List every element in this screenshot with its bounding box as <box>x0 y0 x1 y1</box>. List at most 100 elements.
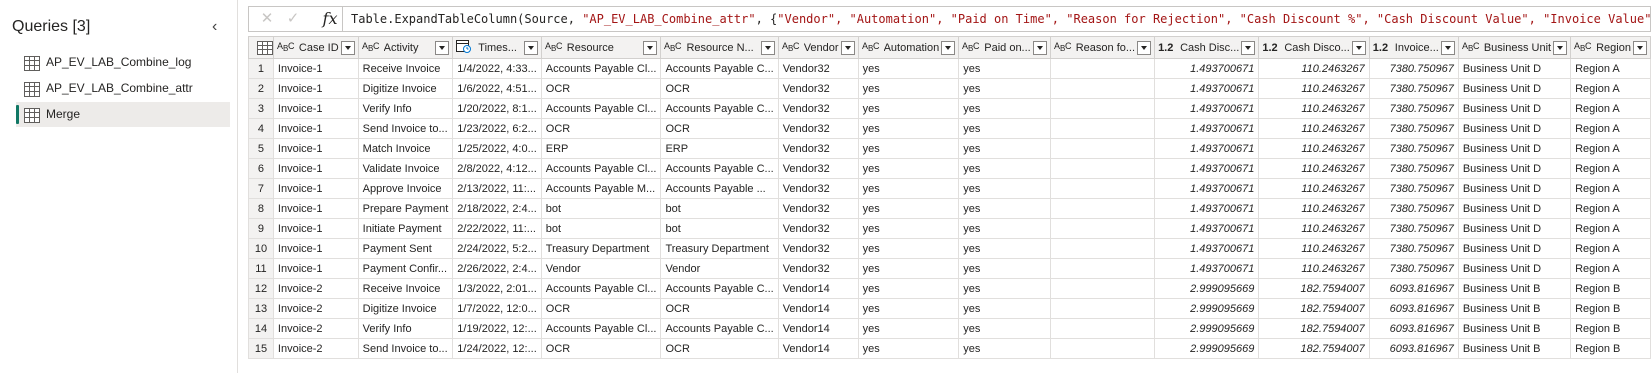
column-header[interactable]: A B C Business Unit <box>1457 36 1572 59</box>
table-cell[interactable]: Accounts Payable C... <box>660 98 779 119</box>
text-type-icon[interactable]: ABC <box>782 40 804 55</box>
table-cell[interactable]: OCR <box>540 118 662 139</box>
table-cell[interactable]: yes <box>958 318 1051 339</box>
table-cell[interactable]: yes <box>857 118 960 139</box>
column-header[interactable]: 1.2 Cash Disc... <box>1154 36 1260 59</box>
table-cell[interactable]: 110.2463267 <box>1258 138 1370 159</box>
table-cell[interactable]: Vendor32 <box>777 258 859 279</box>
table-cell[interactable]: ERP <box>660 138 779 159</box>
table-cell[interactable]: 1/19/2022, 12:... <box>452 318 542 339</box>
formula-input[interactable]: Table.ExpandTableColumn(Source, "AP_EV_L… <box>351 7 1650 31</box>
table-cell[interactable]: Business Unit D <box>1457 58 1572 79</box>
table-cell[interactable]: Invoice-1 <box>272 58 359 79</box>
table-cell[interactable]: 7380.750967 <box>1368 218 1459 239</box>
table-cell[interactable]: Vendor32 <box>777 218 859 239</box>
table-cell[interactable]: yes <box>857 78 960 99</box>
table-cell[interactable]: 110.2463267 <box>1258 58 1370 79</box>
table-cell[interactable] <box>1049 98 1156 119</box>
table-cell[interactable]: Business Unit B <box>1457 318 1572 339</box>
table-cell[interactable]: Invoice-2 <box>272 338 359 359</box>
table-cell[interactable]: Vendor32 <box>777 78 859 99</box>
column-header[interactable]: A B C Paid on... <box>958 36 1051 59</box>
table-cell[interactable]: Invoice-1 <box>272 78 359 99</box>
table-cell[interactable]: OCR <box>660 298 779 319</box>
table-cell[interactable]: Invoice-1 <box>272 138 359 159</box>
table-cell[interactable]: 1/7/2022, 12:0... <box>452 298 542 319</box>
table-cell[interactable]: Validate Invoice <box>357 158 454 179</box>
filter-dropdown-icon[interactable] <box>941 40 956 55</box>
table-cell[interactable]: 182.7594007 <box>1258 318 1370 339</box>
table-cell[interactable]: 1/23/2022, 6:2... <box>452 118 542 139</box>
table-cell[interactable]: Region A <box>1570 238 1651 259</box>
table-cell[interactable] <box>1049 198 1156 219</box>
table-cell[interactable]: Accounts Payable C... <box>660 158 779 179</box>
table-cell[interactable]: 1/25/2022, 4:0... <box>452 138 542 159</box>
text-type-icon[interactable]: ABC <box>362 40 384 55</box>
table-cell[interactable]: yes <box>958 258 1051 279</box>
row-number[interactable]: 15 <box>248 338 274 359</box>
table-cell[interactable]: Accounts Payable Cl... <box>540 158 662 179</box>
table-cell[interactable]: 7380.750967 <box>1368 118 1459 139</box>
table-cell[interactable]: 2/22/2022, 11:... <box>452 218 542 239</box>
table-cell[interactable]: Invoice-1 <box>272 198 359 219</box>
column-header[interactable]: A B C Vendor <box>777 36 859 59</box>
row-number[interactable]: 8 <box>248 198 274 219</box>
table-cell[interactable]: Vendor32 <box>777 138 859 159</box>
row-number[interactable]: 3 <box>248 98 274 119</box>
table-cell[interactable] <box>1049 58 1156 79</box>
table-cell[interactable]: Payment Confir... <box>357 258 454 279</box>
table-cell[interactable]: Region A <box>1570 78 1651 99</box>
table-cell[interactable]: 6093.816967 <box>1368 298 1459 319</box>
filter-dropdown-icon[interactable] <box>1633 40 1647 55</box>
table-cell[interactable]: 6093.816967 <box>1368 318 1459 339</box>
table-cell[interactable]: Business Unit D <box>1457 158 1572 179</box>
row-number[interactable]: 7 <box>248 178 274 199</box>
table-cell[interactable]: Vendor14 <box>777 278 859 299</box>
table-cell[interactable]: Vendor32 <box>777 198 859 219</box>
table-cell[interactable]: Accounts Payable ... <box>660 178 779 199</box>
table-cell[interactable]: yes <box>958 98 1051 119</box>
table-cell[interactable]: Approve Invoice <box>357 178 454 199</box>
table-cell[interactable]: Send Invoice to... <box>357 338 454 359</box>
table-cell[interactable]: yes <box>958 278 1051 299</box>
table-cell[interactable]: 1.493700671 <box>1154 178 1260 199</box>
table-cell[interactable]: Business Unit D <box>1457 218 1572 239</box>
filter-dropdown-icon[interactable] <box>1241 40 1256 55</box>
table-cell[interactable]: Vendor32 <box>777 58 859 79</box>
table-cell[interactable]: Verify Info <box>357 318 454 339</box>
table-cell[interactable]: Accounts Payable Cl... <box>540 98 662 119</box>
table-cell[interactable]: 2.999095669 <box>1154 298 1260 319</box>
table-cell[interactable] <box>1049 118 1156 139</box>
table-cell[interactable]: 110.2463267 <box>1258 118 1370 139</box>
table-cell[interactable]: 1/4/2022, 4:33... <box>452 58 542 79</box>
table-cell[interactable]: OCR <box>540 338 662 359</box>
column-header[interactable]: A B C Resource <box>540 36 662 59</box>
table-cell[interactable]: 182.7594007 <box>1258 338 1370 359</box>
table-cell[interactable]: 1.493700671 <box>1154 78 1260 99</box>
query-item[interactable]: AP_EV_LAB_Combine_log <box>16 50 230 75</box>
table-cell[interactable]: 182.7594007 <box>1258 278 1370 299</box>
table-cell[interactable]: Vendor32 <box>777 98 859 119</box>
table-cell[interactable]: Vendor14 <box>777 298 859 319</box>
table-cell[interactable]: Vendor14 <box>777 318 859 339</box>
filter-dropdown-icon[interactable] <box>643 40 658 55</box>
table-cell[interactable]: Region A <box>1570 198 1651 219</box>
row-number[interactable]: 10 <box>248 238 274 259</box>
table-cell[interactable]: Region A <box>1570 178 1651 199</box>
table-cell[interactable]: Region B <box>1570 318 1651 339</box>
table-cell[interactable]: 7380.750967 <box>1368 138 1459 159</box>
column-header[interactable]: A B C Reason fo... <box>1049 36 1156 59</box>
table-cell[interactable]: yes <box>958 158 1051 179</box>
table-cell[interactable]: 1.493700671 <box>1154 138 1260 159</box>
table-cell[interactable]: yes <box>857 158 960 179</box>
table-cell[interactable]: yes <box>958 58 1051 79</box>
table-cell[interactable]: Region A <box>1570 98 1651 119</box>
table-cell[interactable]: 7380.750967 <box>1368 238 1459 259</box>
table-cell[interactable] <box>1049 178 1156 199</box>
table-cell[interactable]: Region B <box>1570 338 1651 359</box>
table-cell[interactable]: 7380.750967 <box>1368 178 1459 199</box>
table-cell[interactable]: yes <box>857 278 960 299</box>
text-type-icon[interactable]: ABC <box>1574 40 1596 55</box>
table-cell[interactable] <box>1049 218 1156 239</box>
table-cell[interactable]: Vendor32 <box>777 178 859 199</box>
